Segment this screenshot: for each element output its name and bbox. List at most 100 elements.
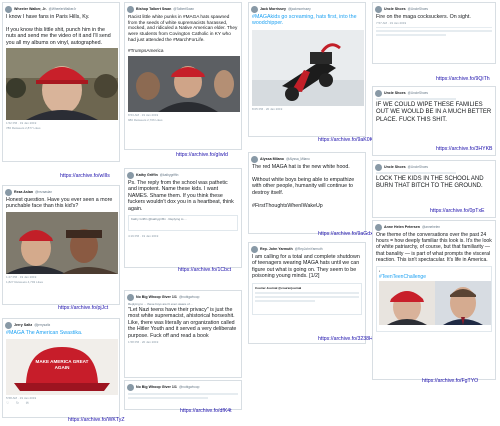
hat-slogan: MAKE AMERICA GREAT AGAIN	[35, 359, 89, 370]
archive-link[interactable]: https://archive.fo/FgTYO	[422, 378, 478, 384]
tweet-alyssa: Alyssa Milano @Alyssa_Milano The red MAGA…	[248, 152, 366, 234]
tweet-author[interactable]: Uncle Shoes	[384, 7, 406, 11]
tweet-author[interactable]: Wheeler Walker, Jr.	[14, 7, 47, 11]
avatar[interactable]	[5, 321, 12, 329]
reply-placeholder	[376, 172, 456, 174]
tweet-handle[interactable]: @jackmorrissey	[288, 7, 311, 11]
tweet-photo[interactable]: MAKE AMERICA GREAT AGAIN	[6, 339, 118, 396]
tweet-text: IF WE COULD WIPE THESE FAMILIES OUT WE W…	[376, 102, 492, 123]
avatar[interactable]	[251, 155, 258, 163]
quoted-tweet-hashtag[interactable]: #TeenTeenChallenge	[379, 274, 489, 280]
tweet-text: "Let Nazi teens have their privacy" is j…	[128, 307, 237, 339]
tweet-timestamp: 1:52 PM · 19 Jan 2019	[6, 121, 37, 126]
tweet-bishop: Bishop Talbert Swan @TalbertSwan Racist l…	[124, 2, 242, 150]
tweet-author[interactable]: No Big Whoop Giver 1/1	[136, 385, 177, 389]
tweet-timestamp: 5:58 AM · 19 Jan 2019	[6, 396, 37, 401]
tweet-author[interactable]: No Big Whoop Giver 1/1	[136, 295, 177, 299]
avatar[interactable]	[251, 5, 258, 13]
tweet-author[interactable]: Alyssa Milano	[260, 157, 284, 161]
archive-link[interactable]: https://archive.fo/9QiTh	[436, 76, 490, 82]
tweet-text-body: #MAGAkids go screaming, hats first, into…	[252, 14, 357, 27]
quoted-tweet-placeholder	[255, 295, 359, 298]
tweet-handle[interactable]: @nobigwhoop	[179, 385, 199, 389]
tweet-handle[interactable]: @TalbertSwan	[173, 7, 194, 11]
quoted-tweet[interactable]: Kathy Griffin @kathygriffin · Replying t…	[128, 215, 238, 232]
archive-link[interactable]: https://archive.fo/3238H	[318, 336, 373, 342]
quoted-tweet[interactable]: ▪ #TeenTeenChallenge	[376, 266, 492, 333]
tweet-uncleshoes-1: Uncle Shoes @UncleShoes Fire on the maga …	[372, 2, 496, 64]
avatar[interactable]	[375, 163, 382, 171]
reply-thread	[376, 27, 492, 37]
archive-link[interactable]: https://archive.fo/gIwId	[176, 152, 228, 158]
tweet-handle[interactable]: @UncleShoes	[408, 165, 428, 169]
avatar[interactable]	[127, 383, 134, 391]
archive-link[interactable]: https://archive.fo/1Cbct	[178, 267, 231, 273]
quoted-tweet-placeholder	[255, 291, 359, 294]
tweet-author[interactable]: Jack Morrissey	[260, 7, 286, 11]
tweet-author[interactable]: Kathy Griffin	[136, 173, 158, 177]
tweet-kathy: Kathy Griffin @kathygriffin Ps. The reply…	[124, 168, 242, 268]
avatar[interactable]	[375, 89, 382, 97]
archive-link[interactable]: https://archive.fo/WKTyZ	[68, 417, 125, 423]
tweet-handle[interactable]: @jerrysaltz	[34, 323, 50, 327]
tweet-handle[interactable]: @Alyssa_Milano	[286, 157, 310, 161]
tweet-photo[interactable]	[379, 281, 491, 326]
quoted-tweet[interactable]: Courier Journal @courierjournal	[252, 282, 362, 315]
archive-link[interactable]: https://archive.fo/3HYKB	[436, 146, 493, 152]
quoted-tweet-placeholder	[255, 299, 315, 302]
hashtag[interactable]: #MAGA The American Swastika.	[6, 330, 82, 336]
tweet-jerry: Jerry Saltz @jerrysaltz #MAGA The America…	[2, 318, 120, 418]
tweet-stats: 786 Retweets 2,877 Likes	[6, 126, 41, 131]
tweet-handle[interactable]: @RepJohnYarmuth	[295, 247, 323, 251]
tweet-timestamp: 8:05 PM · 20 Jan 2019	[252, 106, 283, 111]
tweet-author[interactable]: Uncle Shoes	[384, 165, 406, 169]
tweet-text: #MAGA The American Swastika.	[6, 330, 116, 336]
archive-link[interactable]: https://archive.fo/wIlIs	[60, 173, 110, 179]
tweet-timestamp: 1:58 PM · 20 Jan 2019	[128, 340, 159, 345]
avatar[interactable]	[127, 293, 134, 301]
tweet-text: One theme of the conversations over the …	[376, 232, 492, 263]
tweet-photo[interactable]	[6, 48, 118, 121]
tweet-handle[interactable]: @kathygriffin	[160, 173, 179, 177]
tweet-text: Racist little white punks in #MAGA hats …	[128, 14, 238, 54]
tweet-author[interactable]: Jerry Saltz	[14, 323, 32, 327]
archive-link[interactable]: https://archive.fo/0pTxE	[430, 208, 485, 214]
avatar[interactable]	[127, 5, 134, 13]
tweet-handle[interactable]: @UncleShoes	[408, 91, 428, 95]
tweet-author[interactable]: Rep. John Yarmuth	[260, 247, 293, 251]
tweet-author[interactable]: Anne Helen Petersen	[384, 225, 420, 229]
tweet-timestamp: 7:57 AM · 19 Jan 2019	[376, 21, 407, 26]
tweet-handle[interactable]: @nobigwhoop	[179, 295, 199, 299]
tweet-handle[interactable]: @annehelen	[422, 225, 440, 229]
tweet-photo[interactable]	[252, 29, 364, 106]
tweet-author[interactable]: Uncle Shoes	[384, 91, 406, 95]
tweet-author[interactable]: Bishop Talbert Swan	[136, 7, 171, 11]
reply-placeholder	[376, 98, 456, 100]
tweet-handle[interactable]: @UncleShoes	[408, 7, 428, 11]
tweet-author[interactable]: Reza Aslan	[14, 190, 33, 194]
avatar[interactable]	[375, 223, 382, 231]
archive-link[interactable]: https://archive.fo/9aK0K	[318, 137, 373, 143]
archive-link[interactable]: https://archive.fo/9aGdx	[318, 231, 373, 237]
avatar[interactable]	[375, 5, 382, 13]
archive-link[interactable]: https://archive.fo/pjJct	[58, 305, 108, 311]
tweet-actions[interactable]: ♡ ↻ ✉	[6, 401, 116, 405]
tweet-handle[interactable]: @rezaaslan	[35, 190, 52, 194]
tweet-wheeler: Wheeler Walker, Jr. @WheelerWalkerJr I kn…	[2, 2, 120, 162]
tweet-handle[interactable]: @WheelerWalkerJr	[49, 7, 77, 11]
tweet-photo[interactable]	[128, 56, 240, 113]
tweet-stats: 1,827 Retweets 4,793 Likes	[6, 279, 44, 284]
tweet-photo[interactable]	[6, 211, 118, 274]
tweet-text: The red MAGA hat is the new white hood. …	[252, 164, 355, 209]
quoted-tweet-author: Kathy Griffin @kathygriffin · Replying t…	[131, 217, 187, 222]
archive-link[interactable]: https://archive.fo/dfK4t	[180, 408, 232, 414]
tweet-anne: Anne Helen Petersen @annehelen One theme …	[372, 220, 496, 380]
tweet-text: Fire on the maga cocksuckers. On sight.	[376, 14, 471, 20]
avatar[interactable]	[127, 171, 134, 179]
tweet-text: #MAGAkids go screaming, hats first, into…	[252, 14, 362, 27]
avatar[interactable]	[5, 188, 12, 196]
reply-context: Replying to ... these boys aren't even a…	[128, 302, 193, 306]
tweet-yarmuth: Rep. John Yarmuth @RepJohnYarmuth I am ca…	[248, 242, 366, 344]
avatar[interactable]	[5, 5, 12, 13]
avatar[interactable]	[251, 245, 258, 253]
